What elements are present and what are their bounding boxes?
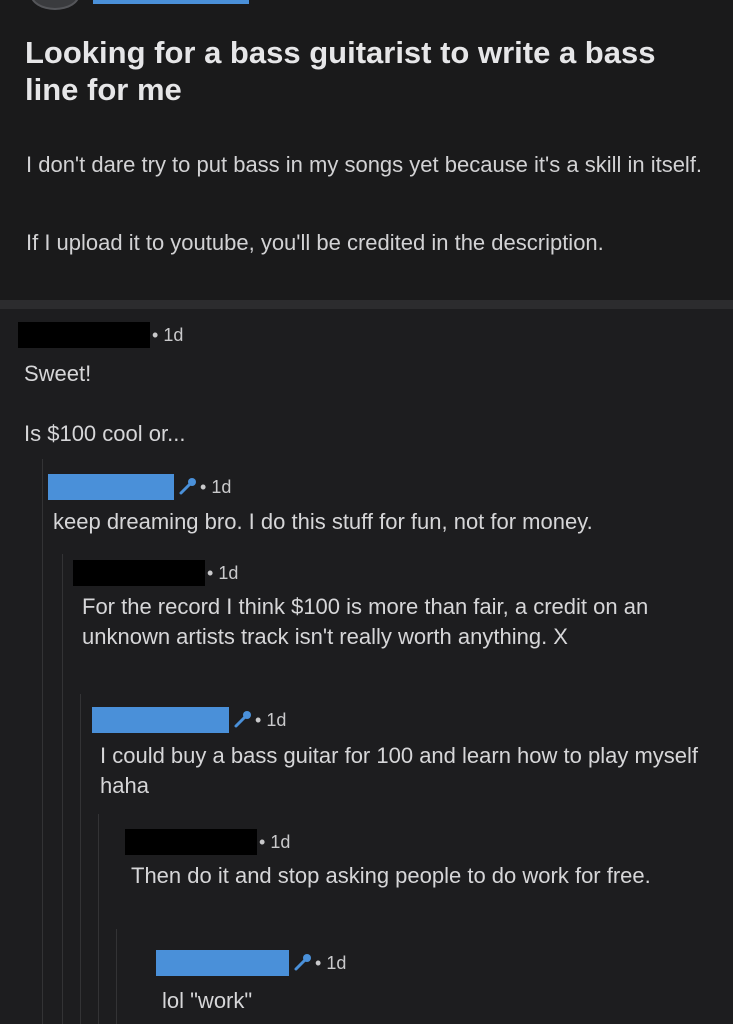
comment-age: 1d bbox=[326, 953, 347, 973]
redacted-username[interactable] bbox=[18, 322, 150, 348]
comment-age: 1d bbox=[266, 710, 287, 730]
thread-line[interactable] bbox=[42, 459, 43, 1024]
thread-line[interactable] bbox=[62, 554, 63, 1024]
comment-text: Then do it and stop asking people to do … bbox=[131, 863, 651, 888]
post-paragraph: I don't dare try to put bass in my songs… bbox=[26, 152, 703, 177]
highlighted-username[interactable] bbox=[48, 474, 174, 500]
thread-line[interactable] bbox=[116, 929, 117, 1024]
comment-text: Sweet! bbox=[24, 361, 92, 386]
post-author-username[interactable] bbox=[93, 0, 249, 4]
avatar[interactable] bbox=[30, 0, 80, 10]
comment-text: Is $100 cool or... bbox=[24, 421, 186, 446]
comment-age: 1d bbox=[163, 325, 184, 345]
comment-age: 1d bbox=[270, 832, 291, 852]
comment-header: • 1d bbox=[92, 707, 492, 733]
thread-line[interactable] bbox=[98, 814, 99, 1024]
comment-text: For the record I think $100 is more than… bbox=[82, 594, 649, 649]
highlighted-username[interactable] bbox=[156, 950, 289, 976]
highlighted-username[interactable] bbox=[92, 707, 229, 733]
comment-header: • 1d bbox=[156, 950, 556, 976]
comment-age: 1d bbox=[211, 477, 232, 497]
divider bbox=[0, 300, 733, 309]
comment-text: keep dreaming bro. I do this stuff for f… bbox=[53, 509, 593, 534]
post: Looking for a bass guitarist to write a … bbox=[0, 0, 733, 300]
comment-header: • 1d bbox=[18, 322, 418, 348]
post-paragraph: If I upload it to youtube, you'll be cre… bbox=[26, 230, 604, 255]
comment-header: • 1d bbox=[48, 474, 448, 500]
comment-header: • 1d bbox=[125, 829, 525, 855]
comment-text: I could buy a bass guitar for 100 and le… bbox=[100, 743, 699, 798]
comment-header: • 1d bbox=[73, 560, 473, 586]
redacted-username[interactable] bbox=[73, 560, 205, 586]
microphone-icon bbox=[294, 954, 311, 971]
post-title: Looking for a bass guitarist to write a … bbox=[25, 35, 656, 107]
thread-line[interactable] bbox=[80, 694, 81, 1024]
redacted-username[interactable] bbox=[125, 829, 257, 855]
comment-age: 1d bbox=[218, 563, 239, 583]
microphone-icon bbox=[234, 711, 251, 728]
comment-text: lol "work" bbox=[162, 988, 253, 1013]
microphone-icon bbox=[179, 478, 196, 495]
comment-thread bbox=[0, 309, 733, 1024]
